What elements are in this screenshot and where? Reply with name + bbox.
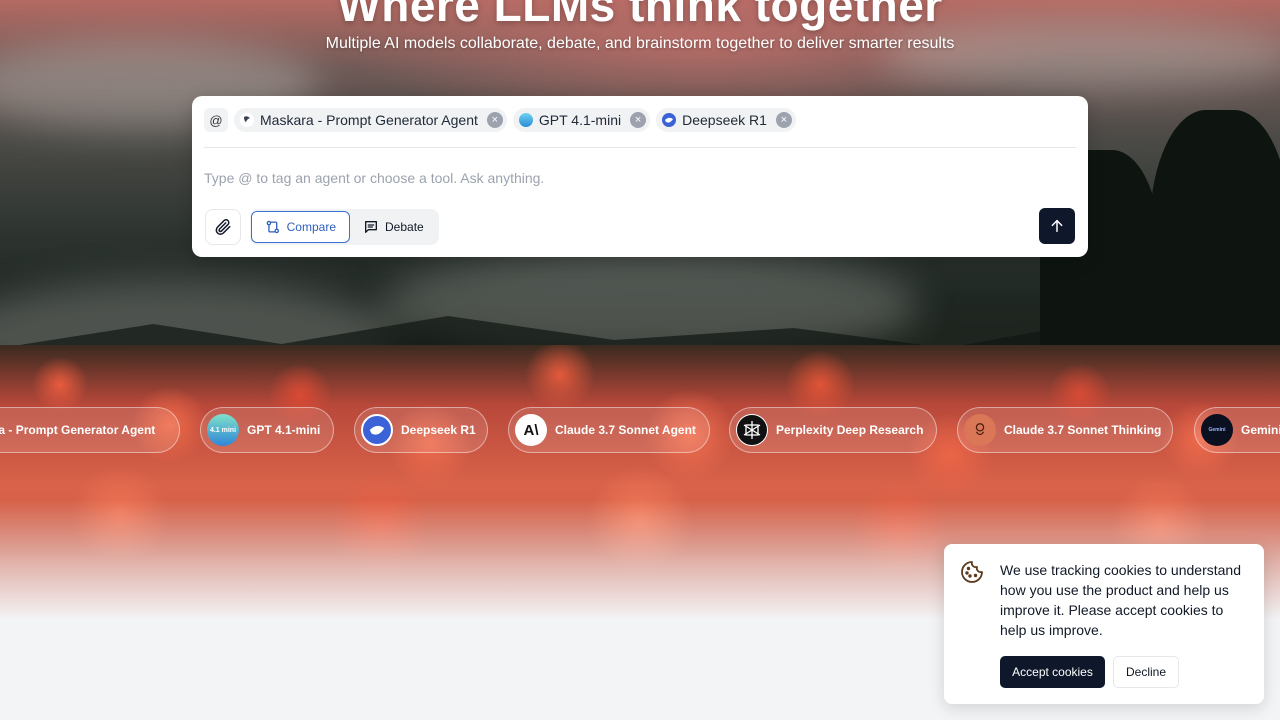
perplexity-logo-icon [736,414,768,446]
agent-pill-label: GPT 4.1-mini [247,423,321,437]
send-button[interactable] [1039,208,1075,244]
accept-cookies-button[interactable]: Accept cookies [1000,656,1105,688]
agent-pill[interactable]: A\ Claude 3.7 Sonnet Agent [508,407,710,453]
paperclip-icon [215,219,231,235]
tagged-agents-row: @ Maskara - Prompt Generator Agent × GPT… [204,108,1076,148]
prompt-input[interactable] [204,164,1064,192]
remove-tag-icon[interactable]: × [486,112,503,128]
agent-tag-label: Maskara - Prompt Generator Agent [260,112,478,128]
agent-tag: Deepseek R1 × [656,108,796,132]
agent-pill[interactable]: 4.1 mini GPT 4.1-mini [200,407,334,453]
mention-button[interactable]: @ [204,108,228,132]
remove-tag-icon[interactable]: × [775,112,792,128]
cookie-icon [961,561,983,583]
compare-mode-label: Compare [286,220,336,234]
debate-mode-label: Debate [385,220,424,234]
anthropic-logo-icon: A\ [515,414,547,446]
agent-pill-label: Claude 3.7 Sonnet Thinking [1004,423,1162,437]
compare-icon [266,220,280,234]
agent-carousel: Maskara - Prompt Generator Agent 4.1 min… [0,407,1280,453]
maskara-logo-icon [240,113,254,127]
arrow-up-icon [1051,219,1063,233]
page-headline: Where LLMs think together [337,0,943,31]
debate-mode-button[interactable]: Debate [350,211,437,243]
remove-tag-icon[interactable]: × [630,112,647,128]
gpt-logo-icon [518,113,533,127]
agent-pill[interactable]: Claude 3.7 Sonnet Thinking [957,407,1173,453]
agent-tag-label: Deepseek R1 [682,112,767,128]
gemini-logo-icon: Gemini [1201,414,1233,446]
agent-tag: Maskara - Prompt Generator Agent × [234,108,507,132]
at-sign-icon: @ [209,112,223,128]
deepseek-logo-icon [361,414,393,446]
attach-button[interactable] [205,209,241,245]
compare-mode-button[interactable]: Compare [251,211,350,243]
agent-pill-label: Deepseek R1 [401,423,476,437]
agent-pill-label: Perplexity Deep Research [776,423,924,437]
chat-bubble-icon [365,221,377,233]
page-subtitle: Multiple AI models collaborate, debate, … [325,35,955,52]
agent-pill-label: Gemini [1241,423,1280,437]
cookie-banner: We use tracking cookies to understand ho… [944,544,1264,704]
agent-tag: GPT 4.1-mini × [512,108,651,132]
agent-pill[interactable]: Maskara - Prompt Generator Agent [0,407,180,453]
agent-pill-label: Maskara - Prompt Generator Agent [0,423,156,437]
agent-pill[interactable]: Gemini Gemini [1194,407,1280,453]
agent-tag-label: GPT 4.1-mini [538,112,622,128]
claude-thinking-logo-icon [964,414,996,446]
decline-cookies-button[interactable]: Decline [1113,656,1179,688]
agent-pill[interactable]: Perplexity Deep Research [729,407,937,453]
agent-pill[interactable]: Deepseek R1 [354,407,488,453]
agent-pill-label: Claude 3.7 Sonnet Agent [555,423,696,437]
deepseek-logo-icon [662,113,677,127]
prompt-composer: @ Maskara - Prompt Generator Agent × GPT… [192,96,1088,257]
hero-background-image [0,0,1280,620]
mode-toggle-group: Compare Debate [250,209,439,245]
cookie-message: We use tracking cookies to understand ho… [1000,562,1241,638]
gpt-logo-icon: 4.1 mini [207,414,239,446]
